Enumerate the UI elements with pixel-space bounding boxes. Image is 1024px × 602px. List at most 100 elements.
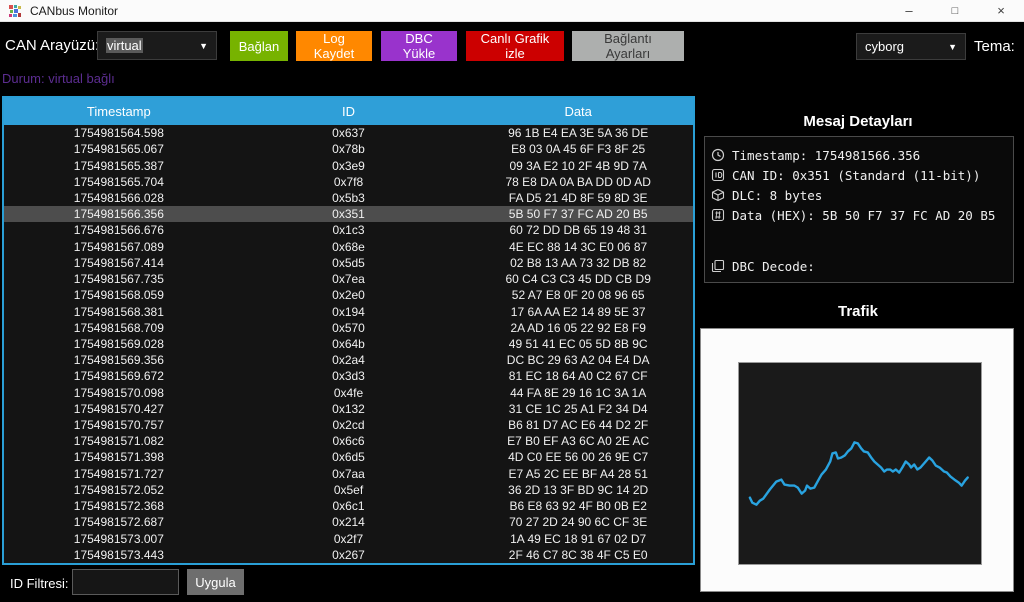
table-row[interactable]: 1754981573.4430x2672F 46 C7 8C 38 4F C5 …	[4, 547, 693, 563]
table-cell: 4D C0 EE 56 00 26 9E C7	[463, 449, 693, 465]
table-cell: 5B 50 F7 37 FC AD 20 B5	[463, 206, 693, 222]
can-interface-label: CAN Arayüzü:	[5, 37, 99, 54]
message-table[interactable]: Timestamp ID Data 1754981564.5980x63796 …	[2, 96, 695, 565]
log-save-button[interactable]: Log Kaydet	[296, 31, 372, 61]
table-row[interactable]: 1754981571.3980x6d54D C0 EE 56 00 26 9E …	[4, 449, 693, 465]
table-cell: 1754981566.356	[4, 206, 234, 222]
details-spacer	[711, 225, 1007, 256]
table-row[interactable]: 1754981568.0590x2e052 A7 E8 0F 20 08 96 …	[4, 287, 693, 303]
table-row[interactable]: 1754981571.0820x6c6E7 B0 EF A3 6C A0 2E …	[4, 433, 693, 449]
table-cell: 0x6c1	[234, 498, 464, 514]
table-cell: 1754981569.672	[4, 368, 234, 384]
table-cell: 96 1B E4 EA 3E 5A 36 DE	[463, 125, 693, 141]
table-cell: 0x5d5	[234, 255, 464, 271]
theme-label: Tema:	[974, 38, 1015, 55]
table-cell: 0x351	[234, 206, 464, 222]
table-cell: 1754981567.735	[4, 271, 234, 287]
table-row[interactable]: 1754981570.4270x13231 CE 1C 25 A1 F2 34 …	[4, 401, 693, 417]
traffic-panel	[700, 328, 1014, 592]
table-cell: 0x214	[234, 514, 464, 530]
table-row[interactable]: 1754981573.0070x2f71A 49 EC 18 91 67 02 …	[4, 530, 693, 546]
live-graph-button[interactable]: Canlı Grafik izle	[466, 31, 564, 61]
table-cell: 0x2a4	[234, 352, 464, 368]
table-cell: 70 27 2D 24 90 6C CF 3E	[463, 514, 693, 530]
traffic-title: Trafik	[700, 303, 1016, 320]
table-row[interactable]: 1754981565.0670x78bE8 03 0A 45 6F F3 8F …	[4, 141, 693, 157]
table-row[interactable]: 1754981568.7090x5702A AD 16 05 22 92 E8 …	[4, 320, 693, 336]
table-row[interactable]: 1754981571.7270x7aaE7 A5 2C EE BF A4 28 …	[4, 466, 693, 482]
table-row[interactable]: 1754981567.4140x5d502 B8 13 AA 73 32 DB …	[4, 255, 693, 271]
detail-data-hex: Data (HEX): 5B 50 F7 37 FC AD 20 B5	[711, 205, 1007, 225]
table-cell: 44 FA 8E 29 16 1C 3A 1A	[463, 385, 693, 401]
table-row[interactable]: 1754981568.3810x19417 6A AA E2 14 89 5E …	[4, 303, 693, 319]
status-text: Durum: virtual bağlı	[2, 71, 115, 86]
table-row[interactable]: 1754981566.3560x3515B 50 F7 37 FC AD 20 …	[4, 206, 693, 222]
canbus-monitor-window: { "window": { "title": "CANbus Monitor",…	[0, 0, 1024, 602]
table-cell: 1754981568.059	[4, 287, 234, 303]
table-cell: 4E EC 88 14 3C E0 06 87	[463, 239, 693, 255]
table-cell: 60 72 DD DB 65 19 48 31	[463, 222, 693, 238]
table-row[interactable]: 1754981564.5980x63796 1B E4 EA 3E 5A 36 …	[4, 125, 693, 141]
theme-select[interactable]: cyborg ▼	[856, 33, 966, 60]
table-cell: 1754981566.676	[4, 222, 234, 238]
table-cell: 0x5b3	[234, 190, 464, 206]
table-cell: 0x6c6	[234, 433, 464, 449]
column-header-timestamp[interactable]: Timestamp	[4, 98, 234, 125]
connection-settings-button[interactable]: Bağlantı Ayarları	[572, 31, 684, 61]
table-row[interactable]: 1754981567.7350x7ea60 C4 C3 C3 45 DD CB …	[4, 271, 693, 287]
maximize-button[interactable]: □	[932, 0, 978, 21]
table-cell: 0x7ea	[234, 271, 464, 287]
table-row[interactable]: 1754981570.7570x2cdB6 81 D7 AC E6 44 D2 …	[4, 417, 693, 433]
traffic-line-series	[750, 442, 968, 504]
table-cell: 49 51 41 EC 05 5D 8B 9C	[463, 336, 693, 352]
table-row[interactable]: 1754981569.0280x64b49 51 41 EC 05 5D 8B …	[4, 336, 693, 352]
column-header-data[interactable]: Data	[463, 98, 693, 125]
minimize-button[interactable]: –	[886, 0, 932, 21]
table-cell: 0x64b	[234, 336, 464, 352]
table-row[interactable]: 1754981572.3680x6c1B6 E8 63 92 4F B0 0B …	[4, 498, 693, 514]
table-cell: DC BC 29 63 A2 04 E4 DA	[463, 352, 693, 368]
dbc-load-button[interactable]: DBC Yükle	[381, 31, 457, 61]
table-cell: 1754981565.067	[4, 141, 234, 157]
table-cell: 1754981570.098	[4, 385, 234, 401]
title-bar: CANbus Monitor – □ ×	[0, 0, 1024, 22]
apply-filter-button[interactable]: Uygula	[187, 569, 244, 595]
table-cell: 81 EC 18 64 A0 C2 67 CF	[463, 368, 693, 384]
table-cell: E7 B0 EF A3 6C A0 2E AC	[463, 433, 693, 449]
clock-icon	[711, 148, 725, 162]
table-cell: FA D5 21 4D 8F 59 8D 3E	[463, 190, 693, 206]
table-cell: 52 A7 E8 0F 20 08 96 65	[463, 287, 693, 303]
table-row[interactable]: 1754981566.0280x5b3FA D5 21 4D 8F 59 8D …	[4, 190, 693, 206]
table-row[interactable]: 1754981569.6720x3d381 EC 18 64 A0 C2 67 …	[4, 368, 693, 384]
connect-button[interactable]: Bağlan	[230, 31, 288, 61]
detail-dlc-text: DLC: 8 bytes	[732, 188, 822, 203]
table-cell: 0x637	[234, 125, 464, 141]
close-button[interactable]: ×	[978, 0, 1024, 21]
table-row[interactable]: 1754981572.0520x5ef36 2D 13 3F BD 9C 14 …	[4, 482, 693, 498]
id-filter-input[interactable]	[72, 569, 179, 595]
message-details-box: Timestamp: 1754981566.356 CAN ID: 0x351 …	[704, 136, 1014, 283]
table-row[interactable]: 1754981565.3870x3e909 3A E2 10 2F 4B 9D …	[4, 157, 693, 173]
table-cell: 1754981567.414	[4, 255, 234, 271]
table-cell: 09 3A E2 10 2F 4B 9D 7A	[463, 157, 693, 173]
table-cell: 1754981572.052	[4, 482, 234, 498]
table-row[interactable]: 1754981566.6760x1c360 72 DD DB 65 19 48 …	[4, 222, 693, 238]
column-header-id[interactable]: ID	[234, 98, 464, 125]
table-cell: 36 2D 13 3F BD 9C 14 2D	[463, 482, 693, 498]
table-row[interactable]: 1754981569.3560x2a4DC BC 29 63 A2 04 E4 …	[4, 352, 693, 368]
table-cell: 2F 46 C7 8C 38 4F C5 E0	[463, 547, 693, 563]
table-row[interactable]: 1754981572.6870x21470 27 2D 24 90 6C CF …	[4, 514, 693, 530]
table-header-row: Timestamp ID Data	[4, 98, 693, 125]
table-cell: 1754981571.727	[4, 466, 234, 482]
table-row[interactable]: 1754981570.0980x4fe44 FA 8E 29 16 1C 3A …	[4, 385, 693, 401]
table-cell: 0x267	[234, 547, 464, 563]
table-cell: 0x5ef	[234, 482, 464, 498]
input-numbers-icon	[711, 208, 725, 222]
table-cell: B6 81 D7 AC E6 44 D2 2F	[463, 417, 693, 433]
table-row[interactable]: 1754981565.7040x7f878 E8 DA 0A BA DD 0D …	[4, 174, 693, 190]
table-cell: 0x3d3	[234, 368, 464, 384]
table-cell: 0x194	[234, 303, 464, 319]
table-cell: 0x570	[234, 320, 464, 336]
table-row[interactable]: 1754981567.0890x68e4E EC 88 14 3C E0 06 …	[4, 239, 693, 255]
can-interface-select[interactable]: virtual ▼	[97, 31, 217, 60]
